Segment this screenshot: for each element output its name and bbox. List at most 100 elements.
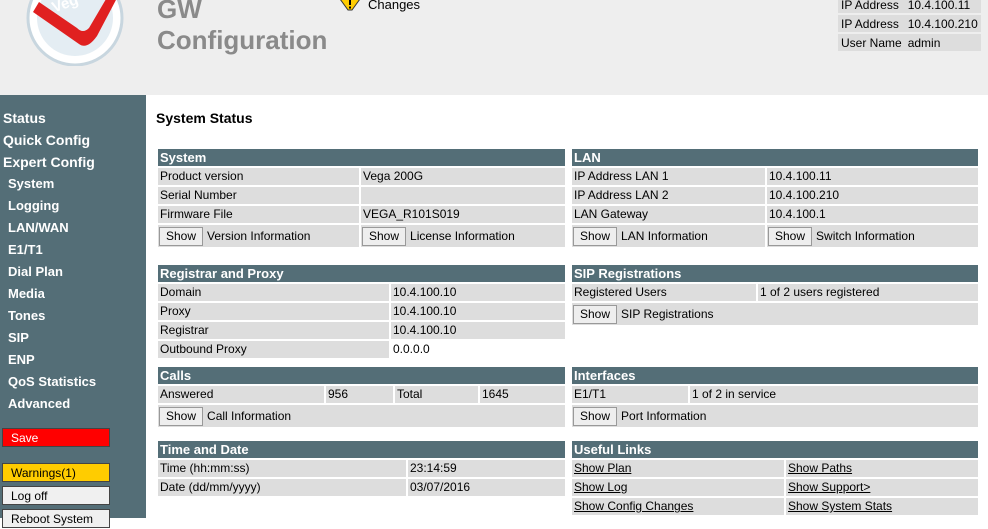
sidebar-nav: Status Quick Config Expert Config System… [0, 108, 96, 416]
show-log-link[interactable]: Show Log [574, 480, 627, 494]
serial-number-value [361, 187, 565, 204]
table-row: Domain 10.4.100.10 [158, 284, 565, 301]
link-cell: Show System Stats [786, 498, 978, 515]
e1-t1-label: E1/T1 [572, 386, 688, 403]
port-info-cell: Show Port Information [572, 405, 978, 427]
table-row: IP Address LAN 1 10.4.100.11 [572, 168, 978, 185]
info-row: User Name admin [838, 34, 981, 51]
registered-users-value: 1 of 2 users registered [758, 284, 978, 301]
warnings-button[interactable]: Warnings(1) [2, 463, 110, 482]
info-label: IP Address [838, 15, 905, 32]
show-paths-link[interactable]: Show Paths [788, 461, 852, 475]
link-cell: Show Paths [786, 460, 978, 477]
show-system-stats-link[interactable]: Show System Stats [788, 499, 892, 513]
table-row: Show Version Information Show License In… [158, 225, 565, 247]
sidebar-item-tones[interactable]: Tones [0, 306, 96, 328]
registrar-label: Registrar [158, 322, 389, 339]
table-row: Show Call Information [158, 405, 565, 427]
answered-label: Answered [158, 386, 324, 403]
e1-t1-value: 1 of 2 in service [690, 386, 978, 403]
sidebar-item-e1-t1[interactable]: E1/T1 [0, 240, 96, 262]
sidebar-item-dial-plan[interactable]: Dial Plan [0, 262, 96, 284]
outbound-proxy-value: 0.0.0.0 [393, 342, 430, 356]
registered-users-label: Registered Users [572, 284, 756, 301]
lan-gateway-label: LAN Gateway [572, 206, 765, 223]
lan-info-label: LAN Information [621, 229, 708, 243]
sidebar-item-enp[interactable]: ENP [0, 350, 96, 372]
registrar-proxy-panel: Registrar and Proxy Domain 10.4.100.10 P… [158, 265, 565, 358]
useful-links-panel: Useful Links Show Plan Show Paths Show L… [572, 441, 978, 515]
show-sip-registrations-button[interactable]: Show [573, 304, 618, 324]
sip-registrations-panel: SIP Registrations Registered Users 1 of … [572, 265, 978, 325]
panel-heading: Registrar and Proxy [158, 265, 565, 282]
show-port-info-button[interactable]: Show [573, 406, 618, 426]
serial-number-label: Serial Number [158, 187, 359, 204]
reboot-system-button[interactable]: Reboot System [2, 509, 110, 528]
show-switch-info-button[interactable]: Show [768, 226, 813, 246]
call-info-cell: Show Call Information [158, 405, 565, 427]
proxy-label: Proxy [158, 303, 389, 320]
show-config-changes-link[interactable]: Show Config Changes [574, 499, 693, 513]
domain-value: 10.4.100.10 [391, 284, 565, 301]
system-panel: System Product version Vega 200G Serial … [158, 149, 565, 247]
sidebar-item-expert-config[interactable]: Expert Config [0, 152, 96, 174]
sidebar-item-qos-statistics[interactable]: QoS Statistics [0, 372, 96, 394]
show-call-info-button[interactable]: Show [159, 406, 204, 426]
panel-heading: Time and Date [158, 441, 565, 458]
interfaces-panel: Interfaces E1/T1 1 of 2 in service Show … [572, 367, 978, 427]
table-row: LAN Gateway 10.4.100.1 [572, 206, 978, 223]
link-cell: Show Plan [572, 460, 784, 477]
sidebar-item-lan-wan[interactable]: LAN/WAN [0, 218, 96, 240]
panel-heading: SIP Registrations [572, 265, 978, 282]
show-support-link[interactable]: Show Support> [788, 480, 870, 494]
table-row: Registrar 10.4.100.10 [158, 322, 565, 339]
table-row: E1/T1 1 of 2 in service [572, 386, 978, 403]
table-row: Show Plan Show Paths [572, 460, 978, 477]
changes-indicator[interactable]: Changes [338, 0, 420, 12]
table-row: Show LAN Information Show Switch Informa… [572, 225, 978, 247]
lan-info-cell: Show LAN Information [572, 225, 765, 247]
panel-heading: System [158, 149, 565, 166]
sidebar-item-status[interactable]: Status [0, 108, 96, 130]
proxy-value: 10.4.100.10 [391, 303, 565, 320]
table-row: Show Port Information [572, 405, 978, 427]
table-row: Show Config Changes Show System Stats [572, 498, 978, 515]
table-row: Product version Vega 200G [158, 168, 565, 185]
link-cell: Show Config Changes [572, 498, 784, 515]
save-button[interactable]: Save [2, 428, 110, 447]
sidebar-item-quick-config[interactable]: Quick Config [0, 130, 96, 152]
table-row: Show Log Show Support> [572, 479, 978, 496]
table-row: Outbound Proxy 0.0.0.0 [158, 341, 565, 358]
show-version-info-button[interactable]: Show [159, 226, 204, 246]
sidebar-item-sip[interactable]: SIP [0, 328, 96, 350]
lan-panel: LAN IP Address LAN 1 10.4.100.11 IP Addr… [572, 149, 978, 247]
ip-lan1-value: 10.4.100.11 [767, 168, 978, 185]
port-info-label: Port Information [621, 409, 707, 423]
domain-label: Domain [158, 284, 389, 301]
sip-registrations-cell: Show SIP Registrations [572, 303, 978, 325]
show-lan-info-button[interactable]: Show [573, 226, 618, 246]
sidebar-item-media[interactable]: Media [0, 284, 96, 306]
info-row: IP Address 10.4.100.11 [838, 0, 981, 13]
show-plan-link[interactable]: Show Plan [574, 461, 631, 475]
total-value: 1645 [480, 386, 565, 403]
panel-heading: Calls [158, 367, 565, 384]
title-line-2: Configuration [157, 25, 328, 55]
page-title: System Status [156, 110, 253, 126]
sidebar-item-system[interactable]: System [0, 174, 96, 196]
ip-lan1-label: IP Address LAN 1 [572, 168, 765, 185]
product-version-value: Vega 200G [361, 168, 565, 185]
license-info-cell: Show License Information [361, 225, 565, 247]
log-off-button[interactable]: Log off [2, 486, 110, 505]
switch-info-label: Switch Information [816, 229, 915, 243]
info-value: 10.4.100.11 [904, 0, 981, 13]
link-cell: Show Support> [786, 479, 978, 496]
table-row: Registered Users 1 of 2 users registered [572, 284, 978, 301]
date-label: Date (dd/mm/yyyy) [158, 479, 406, 496]
show-license-info-button[interactable]: Show [362, 226, 407, 246]
product-version-label: Product version [158, 168, 359, 185]
info-value: admin [904, 34, 981, 51]
sidebar-item-logging[interactable]: Logging [0, 196, 96, 218]
sidebar-item-advanced[interactable]: Advanced [0, 394, 96, 416]
table-row: Time (hh:mm:ss) 23:14:59 [158, 460, 565, 477]
